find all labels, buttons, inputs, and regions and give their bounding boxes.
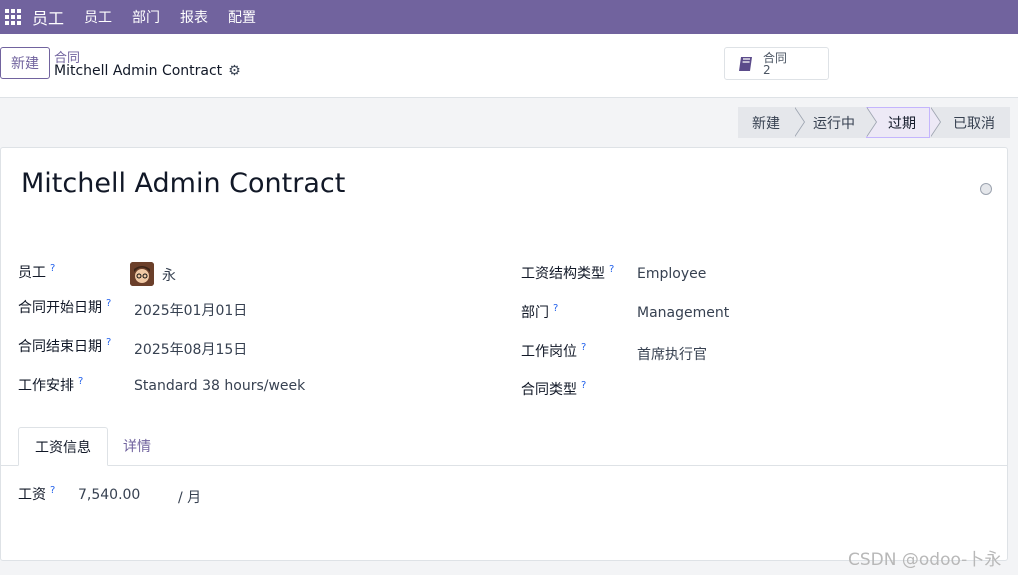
book-icon	[739, 56, 752, 71]
new-button[interactable]: 新建	[0, 47, 50, 79]
help-icon: ?	[609, 264, 615, 276]
control-panel: 新建 合同 Mitchell Admin Contract ⚙ 合同 2	[0, 34, 1018, 98]
stage-running-label: 运行中	[813, 115, 855, 132]
tab-details[interactable]: 详情	[123, 436, 151, 456]
watermark: CSDN @odoo-卜永	[848, 550, 1002, 570]
menu-reporting[interactable]: 报表	[180, 7, 208, 27]
end-date-value[interactable]: 2025年08月15日	[134, 339, 247, 359]
employee-label: 员工?	[18, 263, 56, 281]
contract-type-label: 合同类型?	[521, 380, 587, 398]
help-icon: ?	[106, 337, 112, 349]
help-icon: ?	[50, 485, 56, 497]
employee-avatar	[130, 262, 154, 286]
job-position-value[interactable]: 首席执行官	[637, 344, 707, 364]
start-date-label: 合同开始日期?	[18, 298, 112, 316]
tab-salary-info[interactable]: 工资信息	[18, 427, 108, 466]
salary-structure-type-value[interactable]: Employee	[637, 266, 706, 282]
help-icon: ?	[581, 342, 587, 354]
help-icon: ?	[106, 298, 112, 310]
start-date-value[interactable]: 2025年01月01日	[134, 300, 247, 320]
contract-title[interactable]: Mitchell Admin Contract	[21, 168, 345, 199]
help-icon: ?	[581, 380, 587, 392]
tab-divider	[1, 465, 1007, 466]
menu-configuration[interactable]: 配置	[228, 7, 256, 27]
help-icon: ?	[553, 303, 559, 315]
help-icon: ?	[78, 376, 84, 388]
contract-type-value[interactable]	[637, 382, 937, 400]
working-schedule-value[interactable]: Standard 38 hours/week	[134, 378, 305, 394]
smart-button-label: 合同	[763, 50, 788, 65]
department-value[interactable]: Management	[637, 305, 729, 321]
department-label: 部门?	[521, 303, 559, 321]
apps-menu-icon[interactable]	[2, 0, 24, 34]
stage-new-label: 新建	[752, 115, 780, 132]
contracts-smart-button[interactable]: 合同 2	[724, 47, 829, 80]
app-name[interactable]: 员工	[32, 5, 64, 29]
smart-button-count: 2	[763, 62, 771, 77]
salary-structure-type-label: 工资结构类型?	[521, 264, 615, 282]
stage-cancelled-label: 已取消	[953, 115, 995, 132]
employee-value[interactable]: 永	[162, 265, 176, 285]
menu-employees[interactable]: 员工	[84, 7, 112, 27]
menu-departments[interactable]: 部门	[132, 7, 160, 27]
working-schedule-label: 工作安排?	[18, 376, 84, 394]
gear-icon[interactable]: ⚙	[228, 63, 241, 79]
end-date-label: 合同结束日期?	[18, 337, 112, 355]
status-bar: 新建 运行中 过期 已取消	[738, 107, 1010, 138]
help-icon: ?	[50, 263, 56, 275]
wage-label: 工资?	[18, 485, 56, 503]
kanban-state-indicator[interactable]	[980, 183, 992, 195]
stage-cancelled[interactable]: 已取消	[930, 107, 1010, 138]
breadcrumb-current: Mitchell Admin Contract ⚙	[54, 63, 241, 79]
wage-value[interactable]: 7,540.00	[78, 487, 140, 503]
breadcrumb-current-label: Mitchell Admin Contract	[54, 63, 223, 79]
stage-expired-label: 过期	[888, 115, 916, 132]
top-navbar: 员工 员工 部门 报表 配置	[0, 0, 1018, 34]
job-position-label: 工作岗位?	[521, 342, 587, 360]
form-sheet: Mitchell Admin Contract 员工? 永 合同开始日期? 20…	[0, 147, 1008, 561]
stage-new[interactable]: 新建	[738, 107, 805, 138]
wage-unit: / 月	[178, 490, 202, 506]
